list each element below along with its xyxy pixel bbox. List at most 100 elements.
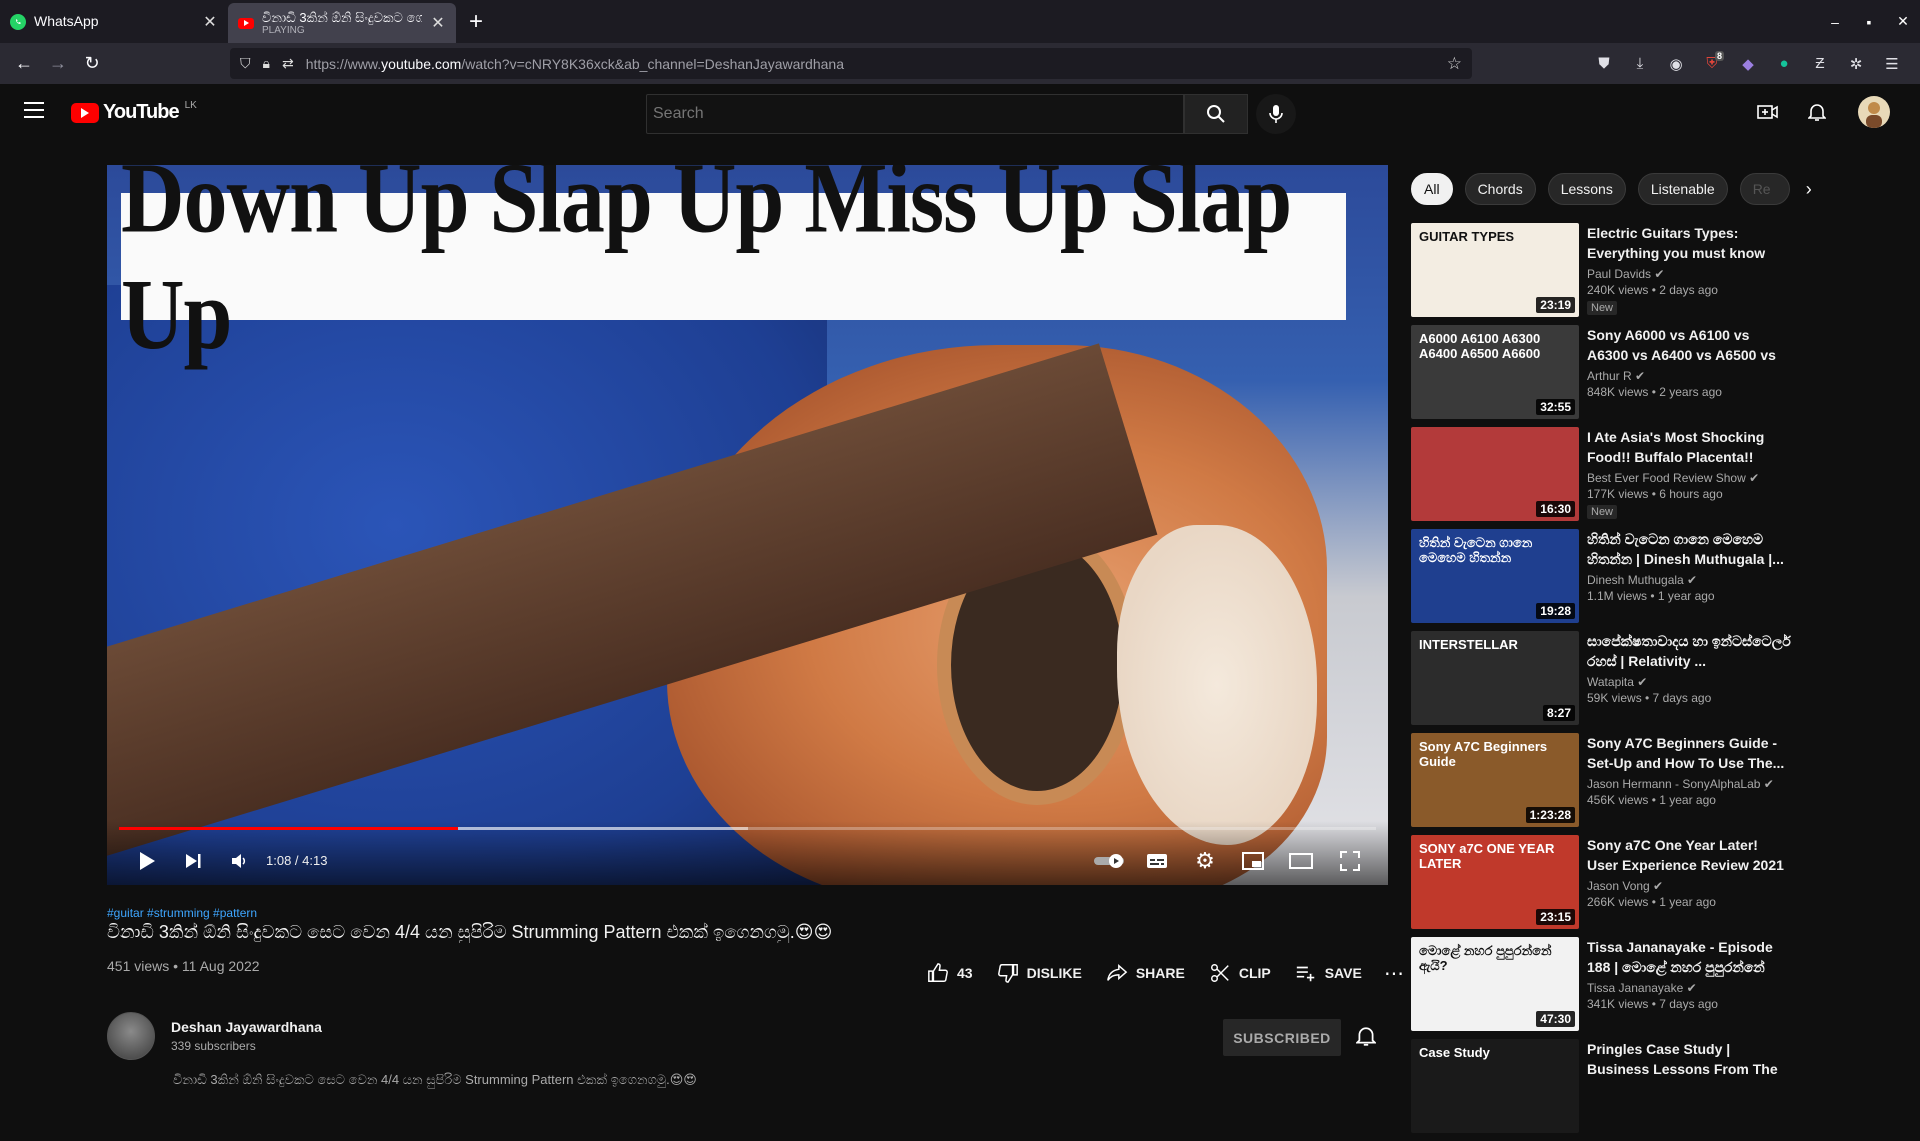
youtube-logo[interactable]: YouTube LK <box>71 100 197 124</box>
recommendation-item[interactable]: Case Study Pringles Case Study | Business… <box>1411 1039 1801 1141</box>
clip-button[interactable]: CLIP <box>1197 955 1283 991</box>
theater-mode-button[interactable] <box>1283 843 1319 879</box>
recommendation-title[interactable]: I Ate Asia's Most Shocking Food!! Buffal… <box>1587 427 1792 467</box>
play-button[interactable] <box>129 843 165 879</box>
recommendation-item[interactable]: SONY a7C ONE YEAR LATER 23:15 Sony a7C One… <box>1411 835 1801 937</box>
extension-circle-icon[interactable]: ◉ <box>1658 55 1694 73</box>
reload-icon[interactable]: ↻ <box>75 53 109 74</box>
recommendation-channel[interactable]: Paul Davids ✔ <box>1587 267 1792 281</box>
pocket-icon[interactable]: ⛊ <box>1586 55 1622 72</box>
subscriber-count: 339 subscribers <box>171 1039 256 1053</box>
grammarly-icon[interactable]: ● <box>1766 55 1802 72</box>
channel-name[interactable]: Deshan Jayawardhana <box>171 1019 322 1035</box>
notifications-bell-icon[interactable] <box>1805 100 1829 124</box>
recommendation-item[interactable]: GUITAR TYPES 23:19 Electric Guitars Types:… <box>1411 223 1801 325</box>
recommendation-thumbnail[interactable]: Sony A7C Beginners Guide 1:23:28 <box>1411 733 1579 827</box>
fullscreen-icon <box>1340 851 1360 871</box>
settings-button[interactable]: ⚙ <box>1187 843 1223 879</box>
like-button[interactable]: 43 <box>915 955 985 991</box>
forward-icon[interactable]: → <box>41 53 75 74</box>
recommendation-channel[interactable]: Dinesh Muthugala ✔ <box>1587 573 1792 587</box>
shield-icon[interactable]: ⛉ <box>240 55 251 72</box>
ublock-icon[interactable]: ⛨ 8 <box>1694 51 1730 72</box>
share-button[interactable]: SHARE <box>1094 955 1197 991</box>
voice-search-button[interactable] <box>1256 94 1296 134</box>
recommendation-thumbnail[interactable]: SONY a7C ONE YEAR LATER 23:15 <box>1411 835 1579 929</box>
bookmark-star-icon[interactable]: ☆ <box>1447 54 1462 74</box>
recommendation-title[interactable]: Tissa Jananayake - Episode 188 | මොළේ නහ… <box>1587 937 1792 977</box>
dislike-button[interactable]: DISLIKE <box>985 955 1094 991</box>
url-text[interactable]: https://www.youtube.com/watch?v=cNRY8K36… <box>306 56 844 72</box>
video-hashtags[interactable]: #guitar #strumming #pattern <box>107 906 257 920</box>
close-tab-icon[interactable]: ✕ <box>202 12 218 32</box>
search-input[interactable] <box>653 105 1177 123</box>
recommendation-channel[interactable]: Best Ever Food Review Show ✔ <box>1587 471 1792 485</box>
more-actions-icon[interactable]: ⋯ <box>1374 961 1414 986</box>
tab-whatsapp[interactable]: WhatsApp ✕ <box>0 0 228 43</box>
extension-z-icon[interactable]: Ƶ <box>1802 55 1838 72</box>
recommendation-item[interactable]: 16:30 I Ate Asia's Most Shocking Food!! B… <box>1411 427 1801 529</box>
lock-icon[interactable]: 🔒︎ <box>263 55 270 72</box>
recommendation-channel[interactable]: Jason Hermann - SonyAlphaLab ✔ <box>1587 777 1792 791</box>
downloads-icon[interactable]: ⤓ <box>1622 55 1658 72</box>
extensions-puzzle-icon[interactable]: ✲ <box>1838 55 1874 73</box>
subtitles-button[interactable] <box>1139 843 1175 879</box>
recommendation-title[interactable]: හිතින් වැටෙන ගානෙ මෙහෙම හිතන්න | Dinesh … <box>1587 529 1792 569</box>
recommendation-title[interactable]: Sony A6000 vs A6100 vs A6300 vs A6400 vs… <box>1587 325 1792 365</box>
chip-listenable[interactable]: Listenable <box>1637 173 1728 205</box>
channel-notification-bell-icon[interactable] <box>1355 1025 1377 1052</box>
progress-bar[interactable] <box>119 827 1376 830</box>
recommendation-thumbnail[interactable]: A6000 A6100 A6300 A6400 A6500 A6600 32:55 <box>1411 325 1579 419</box>
menu-icon[interactable]: ☰ <box>1874 55 1910 73</box>
search-button[interactable] <box>1184 94 1248 134</box>
recommendation-channel[interactable]: Jason Vong ✔ <box>1587 879 1792 893</box>
permissions-icon[interactable]: ⇄ <box>282 55 294 72</box>
recommendation-item[interactable]: හිතින් වැටෙන ගානෙ මෙහෙම හිතන්න 19:28 හිතින… <box>1411 529 1801 631</box>
recommendation-item[interactable]: Sony A7C Beginners Guide 1:23:28 Sony A7C … <box>1411 733 1801 835</box>
next-button[interactable] <box>175 843 211 879</box>
recommendation-title[interactable]: සාපේක්ෂතාවාදය හා ඉන්ටස්ටෙලර් රහස් | Rela… <box>1587 631 1792 671</box>
recommendation-thumbnail[interactable]: GUITAR TYPES 23:19 <box>1411 223 1579 317</box>
recommendation-thumbnail[interactable]: හිතින් වැටෙන ගානෙ මෙහෙම හිතන්න 19:28 <box>1411 529 1579 623</box>
close-tab-icon[interactable]: ✕ <box>430 13 446 33</box>
recommendation-channel[interactable]: Arthur R ✔ <box>1587 369 1792 383</box>
chip-lessons[interactable]: Lessons <box>1547 173 1626 205</box>
chevron-right-icon[interactable]: › <box>1806 179 1812 200</box>
create-video-icon[interactable] <box>1756 100 1780 124</box>
recommendation-thumbnail[interactable]: මොළේ නහර පුපුරන්නේ ඇයි? 47:30 <box>1411 937 1579 1031</box>
autoplay-toggle[interactable] <box>1090 843 1130 879</box>
recommendation-title[interactable]: Pringles Case Study | Business Lessons F… <box>1587 1039 1792 1079</box>
recommendation-item[interactable]: INTERSTELLAR 8:27 සාපේක්ෂතාවාදය හා ඉන්ටස්ට… <box>1411 631 1801 733</box>
recommendation-item[interactable]: A6000 A6100 A6300 A6400 A6500 A6600 32:55… <box>1411 325 1801 427</box>
recommendation-thumbnail[interactable]: 16:30 <box>1411 427 1579 521</box>
chip-all[interactable]: All <box>1411 173 1453 205</box>
recommendation-channel[interactable]: Tissa Jananayake ✔ <box>1587 981 1792 995</box>
channel-avatar[interactable] <box>107 1012 155 1060</box>
url-bar[interactable]: ⛉ 🔒︎ ⇄ https://www.youtube.com/watch?v=c… <box>230 48 1472 79</box>
video-duration: 19:28 <box>1536 603 1575 619</box>
recommendation-channel[interactable]: Watapita ✔ <box>1587 675 1792 689</box>
recommendation-item[interactable]: මොළේ නහර පුපුරන්නේ ඇයි? 47:30 Tissa Janana… <box>1411 937 1801 1039</box>
chip-chords[interactable]: Chords <box>1464 173 1536 205</box>
recommendation-title[interactable]: Sony a7C One Year Later! User Experience… <box>1587 835 1792 875</box>
recommendation-thumbnail[interactable]: Case Study <box>1411 1039 1579 1133</box>
tab-youtube[interactable]: විනාඩි 3කින් ඕනි සිංදුවකට ගෙ PLAYING ✕ <box>228 3 456 43</box>
mute-button[interactable] <box>221 843 257 879</box>
hamburger-menu-icon[interactable] <box>24 102 44 123</box>
extension-gem-icon[interactable]: ◆ <box>1730 55 1766 73</box>
chip-recently[interactable]: Re <box>1739 173 1790 205</box>
save-button[interactable]: SAVE <box>1283 955 1374 991</box>
video-player[interactable]: Down Up Slap Up Miss Up Slap Up 1:08 / 4… <box>107 165 1388 885</box>
recommendation-title[interactable]: Electric Guitars Types: Everything you m… <box>1587 223 1792 263</box>
fullscreen-button[interactable] <box>1332 843 1368 879</box>
close-window-icon[interactable]: ✕ <box>1886 13 1920 30</box>
minimize-icon[interactable]: – <box>1818 14 1852 30</box>
account-avatar[interactable] <box>1858 96 1890 128</box>
subscribed-button[interactable]: SUBSCRIBED <box>1223 1019 1341 1056</box>
new-tab-button[interactable]: + <box>456 0 496 43</box>
maximize-icon[interactable]: ▪ <box>1852 14 1886 30</box>
miniplayer-button[interactable] <box>1235 843 1271 879</box>
back-icon[interactable]: ← <box>7 53 41 74</box>
recommendation-title[interactable]: Sony A7C Beginners Guide - Set-Up and Ho… <box>1587 733 1792 773</box>
recommendation-thumbnail[interactable]: INTERSTELLAR 8:27 <box>1411 631 1579 725</box>
